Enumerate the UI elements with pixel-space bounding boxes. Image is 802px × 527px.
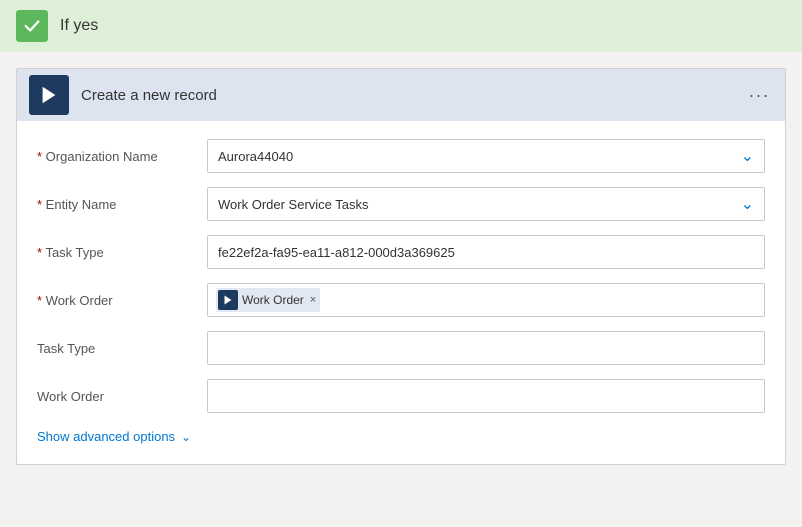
work-order-tag-icon bbox=[222, 294, 234, 306]
work-order-required-label: Work Order bbox=[37, 293, 207, 308]
more-options-button[interactable]: ··· bbox=[745, 81, 773, 109]
entity-name-value: Work Order Service Tasks bbox=[218, 197, 369, 212]
work-order-required-control: Work Order × bbox=[207, 283, 765, 317]
show-advanced-options[interactable]: Show advanced options ⌄ bbox=[37, 429, 191, 444]
entity-name-chevron: ⌄ bbox=[741, 194, 754, 214]
work-order-tag-remove[interactable]: × bbox=[310, 294, 316, 306]
organization-name-chevron: ⌄ bbox=[741, 146, 754, 166]
organization-name-field[interactable]: Aurora44040 ⌄ bbox=[207, 139, 765, 173]
work-order-tag-icon-box bbox=[218, 290, 238, 310]
task-type-control bbox=[207, 331, 765, 365]
work-order-field[interactable] bbox=[207, 379, 765, 413]
organization-name-label: Organization Name bbox=[37, 149, 207, 164]
if-yes-header: If yes bbox=[0, 0, 802, 52]
work-order-control bbox=[207, 379, 765, 413]
entity-name-row: Entity Name Work Order Service Tasks ⌄ bbox=[37, 185, 765, 223]
action-icon-box bbox=[29, 75, 69, 115]
task-type-required-control bbox=[207, 235, 765, 269]
check-icon-box bbox=[16, 10, 48, 42]
organization-name-value: Aurora44040 bbox=[218, 149, 293, 164]
advanced-options-chevron-icon: ⌄ bbox=[181, 430, 191, 444]
form-body: Organization Name Aurora44040 ⌄ Entity N… bbox=[17, 121, 785, 464]
entity-name-label: Entity Name bbox=[37, 197, 207, 212]
work-order-tag: Work Order × bbox=[216, 288, 320, 312]
entity-name-field[interactable]: Work Order Service Tasks ⌄ bbox=[207, 187, 765, 221]
advanced-options-label: Show advanced options bbox=[37, 429, 175, 444]
task-type-row: Task Type bbox=[37, 329, 765, 367]
task-type-required-field[interactable] bbox=[207, 235, 765, 269]
if-yes-title: If yes bbox=[60, 17, 98, 35]
organization-name-row: Organization Name Aurora44040 ⌄ bbox=[37, 137, 765, 175]
task-type-label: Task Type bbox=[37, 341, 207, 356]
organization-name-control: Aurora44040 ⌄ bbox=[207, 139, 765, 173]
work-order-required-row: Work Order Work Order × bbox=[37, 281, 765, 319]
task-type-required-row: Task Type bbox=[37, 233, 765, 271]
more-icon: ··· bbox=[749, 85, 770, 106]
task-type-field[interactable] bbox=[207, 331, 765, 365]
work-order-label: Work Order bbox=[37, 389, 207, 404]
flow-icon bbox=[38, 84, 60, 106]
task-type-required-label: Task Type bbox=[37, 245, 207, 260]
work-order-row: Work Order bbox=[37, 377, 765, 415]
work-order-tag-label: Work Order bbox=[242, 293, 304, 307]
entity-name-control: Work Order Service Tasks ⌄ bbox=[207, 187, 765, 221]
work-order-required-field[interactable]: Work Order × bbox=[207, 283, 765, 317]
create-record-card: Create a new record ··· Organization Nam… bbox=[16, 68, 786, 465]
action-header: Create a new record ··· bbox=[17, 69, 785, 121]
check-icon bbox=[23, 17, 41, 35]
action-title: Create a new record bbox=[81, 87, 733, 104]
